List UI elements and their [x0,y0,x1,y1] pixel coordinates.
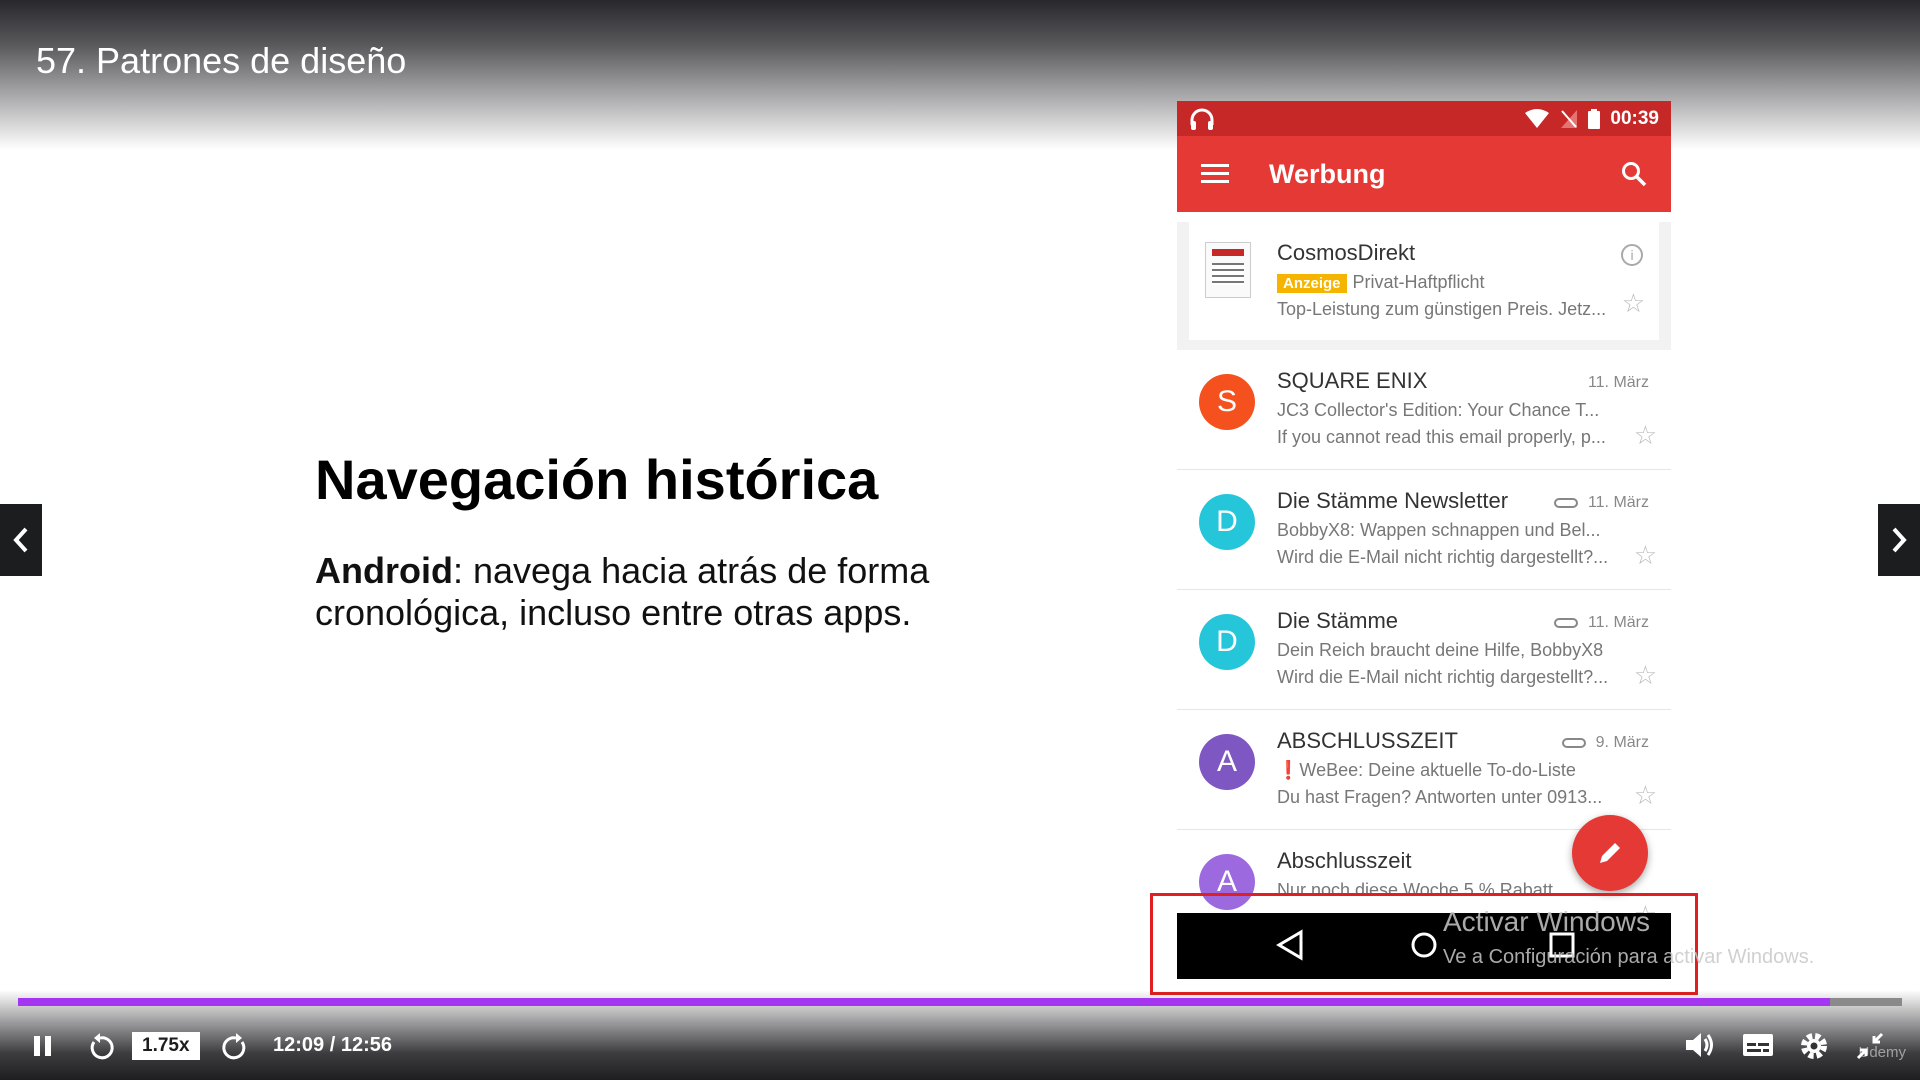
email-date-area: 9. März [1561,734,1649,752]
watermark-title: Activar Windows [1443,906,1650,937]
email-subject: BobbyX8: Wappen schnappen und Bel... [1277,520,1601,540]
ad-card: CosmosDirekt Anzeige Privat-Haftpflicht T… [1189,222,1659,340]
attachment-icon [1553,498,1578,508]
phone-clock: 00:39 [1610,107,1659,129]
email-snippet: Du hast Fragen? Antworten unter 0913... [1277,787,1603,807]
slide-body: Android: navega hacia atrás de forma cro… [315,550,935,634]
email-snippet: Wird die E-Mail nicht richtig dargestell… [1277,547,1609,567]
email-date-area: 11. März [1553,494,1649,512]
star-icon: ☆ [1633,780,1657,810]
pencil-icon [1600,843,1620,863]
phone-status-bar: 00:39 [1177,101,1671,136]
sender-avatar: S [1199,374,1255,430]
star-icon: ☆ [1633,540,1657,570]
playback-speed-button[interactable]: 1.75x [132,1032,200,1060]
slide-body-bold: Android [315,550,453,591]
previous-lecture-button[interactable] [0,504,42,576]
wifi-icon [1525,108,1550,128]
sender-avatar: A [1199,734,1255,790]
email-row: D Die Stämme Dein Reich braucht deine Hilf… [1177,590,1671,710]
settings-icon[interactable] [1798,1030,1830,1062]
attachment-icon [1561,738,1586,748]
sender-avatar: D [1199,494,1255,550]
ad-thumbnail [1205,242,1251,298]
video-title: 57. Patrones de diseño [36,40,407,81]
next-lecture-button[interactable] [1878,504,1920,576]
volume-icon[interactable] [1684,1030,1716,1060]
email-date-area: 11. März [1553,614,1649,632]
email-date-area: 11. März [1588,374,1649,392]
compose-fab [1572,815,1648,891]
ad-snippet: Top-Leistung zum günstigen Preis. Jetz..… [1277,299,1607,319]
windows-activation-watermark: Activar Windows Ve a Configuración para … [1443,906,1814,969]
email-date: 11. März [1587,494,1649,511]
star-icon: ☆ [1633,660,1657,690]
captions-icon[interactable] [1742,1030,1774,1060]
udemy-logo: Udemy [1858,1044,1906,1061]
email-row: D Die Stämme Newsletter BobbyX8: Wappen sc… [1177,470,1671,590]
email-row: S SQUARE ENIX JC3 Collector's Edition: You… [1177,350,1671,470]
star-icon: ☆ [1621,288,1645,318]
player-controls: 1.75x 12:09 / 12:56 Udemy [0,1020,1920,1070]
email-subject: ❗WeBee: Deine aktuelle To-do-Liste [1277,760,1576,780]
attachment-icon [1553,618,1578,628]
ad-sender: CosmosDirekt [1277,240,1416,265]
chevron-right-icon [1892,527,1907,553]
watermark-subtitle: Ve a Configuración para activar Windows. [1443,946,1815,968]
sender-avatar: D [1199,614,1255,670]
rewind-icon[interactable] [86,1030,116,1062]
email-date: 9. März [1595,734,1649,751]
forward-icon[interactable] [220,1030,250,1062]
email-snippet: Wird die E-Mail nicht richtig dargestell… [1277,667,1609,687]
time-display: 12:09 / 12:56 [273,1034,392,1056]
email-snippet: If you cannot read this email properly, … [1277,427,1606,447]
hamburger-menu-icon [1201,164,1229,183]
no-signal-icon [1561,109,1578,128]
star-icon: ☆ [1633,420,1657,450]
email-subject: Dein Reich braucht deine Hilfe, BobbyX8 [1277,640,1604,660]
search-icon [1622,162,1647,187]
phone-app-bar: Werbung [1177,136,1671,212]
headphones-icon [1190,108,1214,130]
progress-bar[interactable] [18,998,1902,1006]
ad-subject: Privat-Haftpflicht [1352,272,1485,292]
chevron-left-icon [13,527,28,553]
email-subject: JC3 Collector's Edition: Your Chance T..… [1277,400,1600,420]
info-icon: i [1621,244,1643,266]
ad-badge: Anzeige [1277,274,1347,293]
slide-heading: Navegación histórica [315,448,879,511]
pause-icon[interactable] [32,1034,54,1058]
battery-icon [1588,108,1601,129]
app-title: Werbung [1269,158,1386,189]
email-date: 11. März [1587,614,1649,631]
progress-fill [18,998,1831,1006]
email-row: A ABSCHLUSSZEIT ❗WeBee: Deine aktuelle To-… [1177,710,1671,830]
email-date: 11. März [1587,374,1649,391]
